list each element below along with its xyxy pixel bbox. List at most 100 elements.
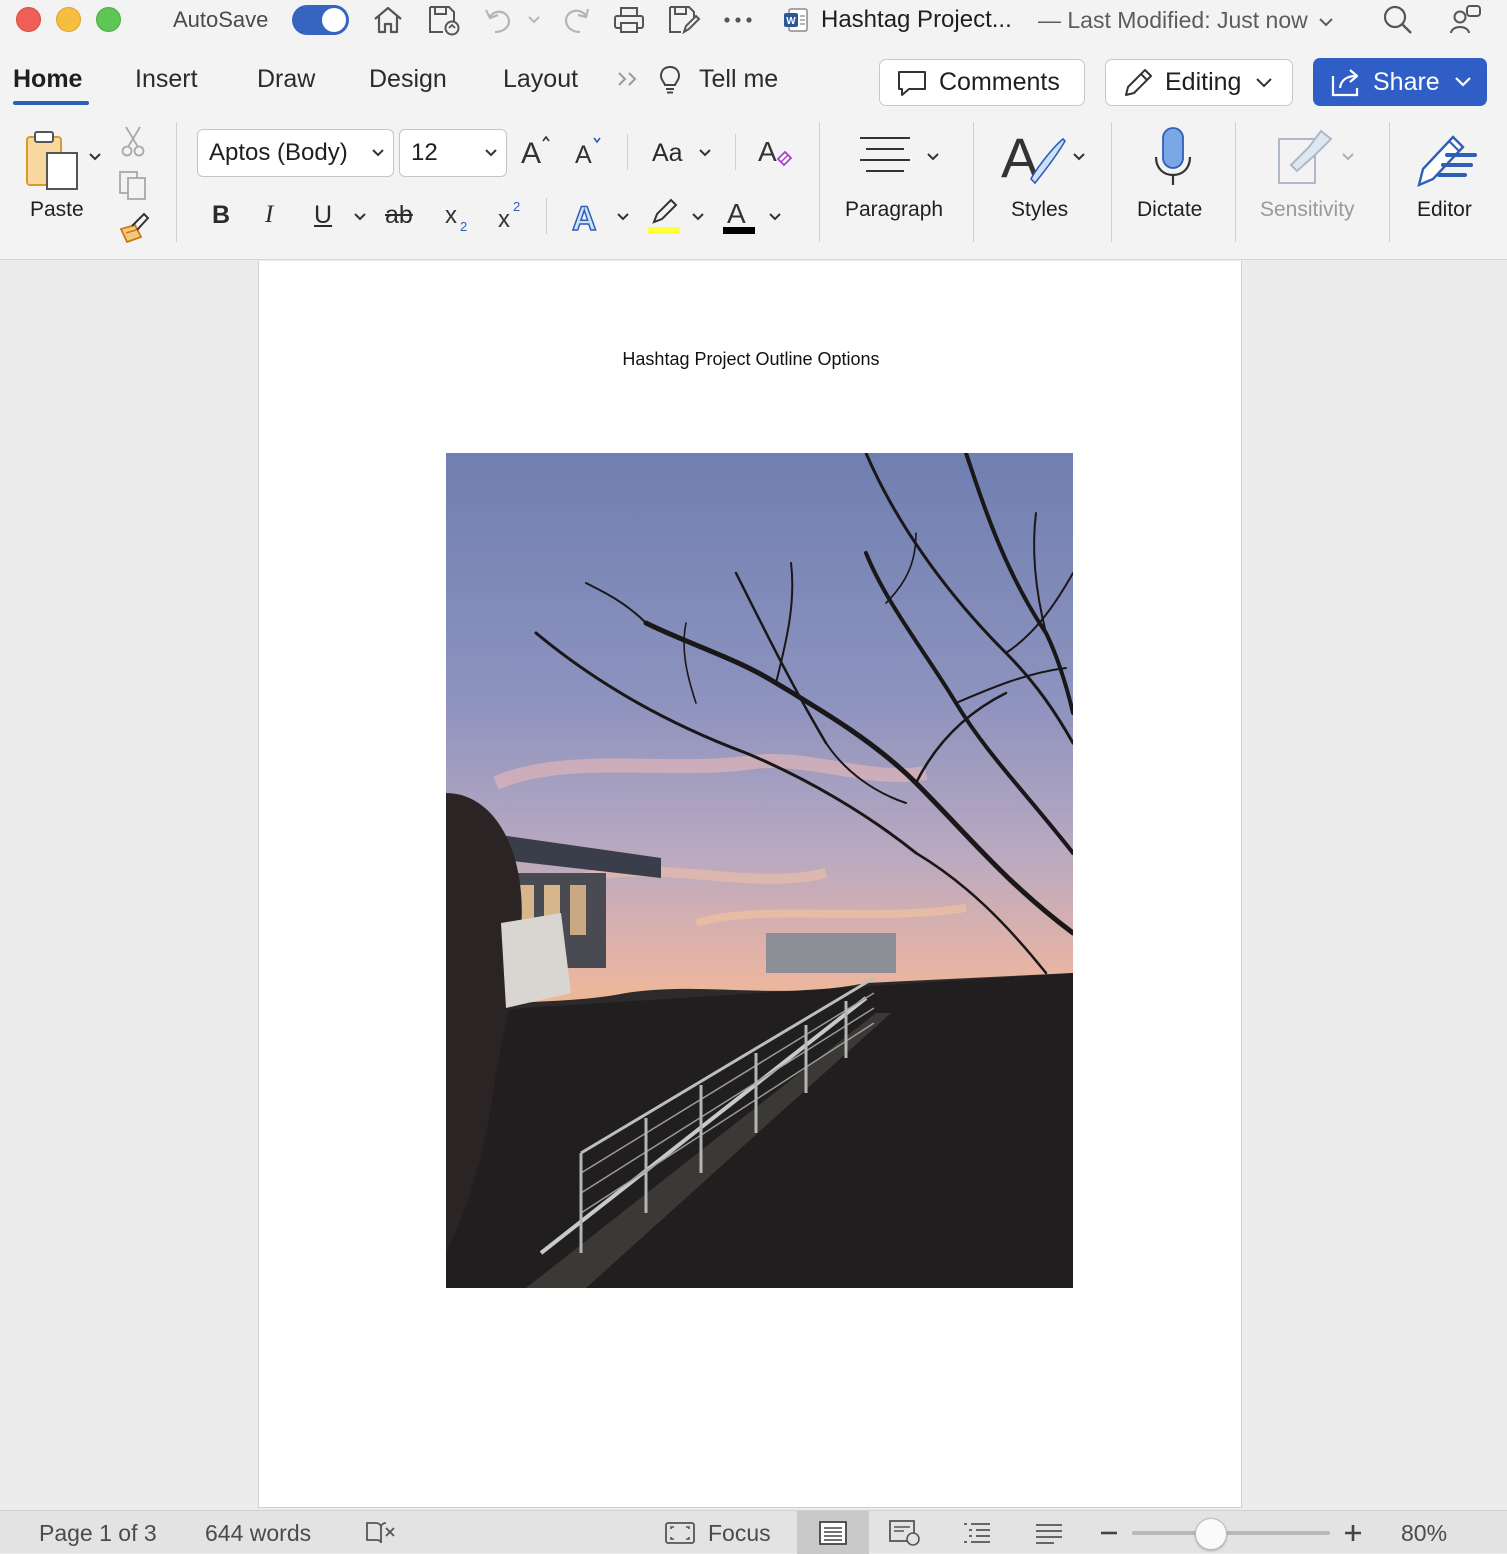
format-painter-icon[interactable] — [116, 210, 152, 244]
clear-formatting-icon[interactable]: A — [755, 132, 795, 170]
zoom-slider-track[interactable] — [1132, 1531, 1330, 1535]
svg-text:A: A — [727, 198, 746, 229]
change-case-label[interactable]: Aa — [652, 139, 683, 168]
search-icon[interactable] — [1381, 4, 1415, 36]
share-button[interactable]: Share — [1313, 58, 1487, 106]
paragraph-icon[interactable] — [852, 130, 918, 182]
change-case-chevron-icon[interactable] — [697, 146, 713, 160]
print-layout-view-button[interactable] — [797, 1511, 869, 1554]
document-title[interactable]: Hashtag Project... — [821, 6, 1012, 34]
copy-icon[interactable] — [116, 168, 150, 202]
cut-scissors-icon[interactable] — [118, 124, 148, 158]
zoom-out-icon[interactable] — [1099, 1525, 1119, 1541]
home-icon[interactable] — [371, 4, 405, 36]
highlight-chevron-icon[interactable] — [690, 210, 706, 224]
tab-layout[interactable]: Layout — [503, 65, 578, 94]
grow-font-icon[interactable]: A — [518, 132, 554, 168]
comments-button[interactable]: Comments — [879, 59, 1085, 106]
font-name-select[interactable]: Aptos (Body) — [197, 129, 394, 177]
proofing-book-icon[interactable] — [363, 1519, 399, 1547]
sensitivity-icon[interactable] — [1274, 126, 1336, 188]
undo-dropdown-icon[interactable] — [522, 4, 546, 36]
save-as-icon[interactable] — [667, 4, 701, 36]
status-bar: Page 1 of 3 644 words Focus 80% — [0, 1510, 1507, 1554]
document-heading[interactable]: Hashtag Project Outline Options — [259, 349, 1243, 370]
toggle-knob — [322, 8, 346, 32]
paragraph-chevron-icon[interactable] — [925, 150, 941, 164]
strikethrough-button[interactable]: ab — [385, 201, 413, 230]
paste-options-chevron-icon[interactable] — [86, 148, 104, 166]
focus-label[interactable]: Focus — [708, 1520, 771, 1547]
zoom-slider-thumb[interactable] — [1195, 1518, 1227, 1550]
font-color-icon[interactable]: A — [720, 196, 758, 236]
microphone-icon[interactable] — [1148, 124, 1198, 192]
superscript-button[interactable]: x2 — [496, 196, 526, 232]
zoom-percentage[interactable]: 80% — [1401, 1520, 1447, 1547]
draft-icon — [1036, 1523, 1062, 1544]
font-color-chevron-icon[interactable] — [767, 210, 783, 224]
close-window-button[interactable] — [16, 7, 41, 32]
dictate-label[interactable]: Dictate — [1137, 198, 1202, 222]
minimize-window-button[interactable] — [56, 7, 81, 32]
document-canvas[interactable]: Hashtag Project Outline Options — [0, 261, 1507, 1509]
editing-mode-button[interactable]: Editing — [1105, 59, 1293, 106]
save-sync-icon[interactable] — [427, 4, 461, 36]
undo-icon[interactable] — [481, 4, 515, 36]
font-size-value: 12 — [411, 139, 438, 166]
share-label: Share — [1373, 67, 1440, 96]
comment-icon — [898, 70, 926, 96]
chevron-down-icon — [1256, 77, 1273, 87]
svg-text:x: x — [498, 206, 510, 231]
more-options-icon[interactable] — [721, 4, 755, 36]
paste-icon[interactable] — [20, 128, 84, 192]
inserted-photo[interactable] — [446, 453, 1073, 1288]
last-modified-label[interactable]: — Last Modified: Just now — [1038, 7, 1334, 34]
text-effects-chevron-icon[interactable] — [615, 210, 631, 224]
redo-icon[interactable] — [560, 4, 594, 36]
editor-pen-icon[interactable] — [1412, 124, 1480, 190]
chevron-down-icon — [485, 149, 497, 157]
highlight-color-icon[interactable] — [645, 196, 683, 236]
web-layout-view-button[interactable] — [869, 1511, 941, 1554]
focus-icon[interactable] — [663, 1520, 697, 1546]
outline-view-button[interactable] — [941, 1511, 1013, 1554]
chevron-down-icon — [372, 149, 384, 157]
shrink-font-icon[interactable]: A — [572, 134, 606, 168]
subscript-button[interactable]: x2 — [443, 200, 473, 236]
word-count[interactable]: 644 words — [205, 1520, 311, 1547]
font-size-select[interactable]: 12 — [399, 129, 507, 177]
chevron-down-icon — [1454, 77, 1471, 87]
styles-label[interactable]: Styles — [1011, 198, 1068, 222]
last-modified-text: — Last Modified: Just now — [1038, 7, 1308, 33]
editing-label: Editing — [1165, 68, 1242, 96]
text-effects-icon[interactable]: A — [568, 196, 608, 236]
word-document-icon: W — [780, 4, 812, 36]
paragraph-label[interactable]: Paragraph — [845, 198, 943, 222]
tell-me-search[interactable]: Tell me — [699, 65, 778, 94]
share-feedback-icon[interactable] — [1449, 4, 1483, 36]
print-icon[interactable] — [612, 4, 646, 36]
sensitivity-chevron-icon — [1340, 150, 1356, 164]
svg-text:A: A — [758, 136, 777, 167]
styles-icon[interactable]: A — [1000, 126, 1068, 190]
page-count[interactable]: Page 1 of 3 — [39, 1520, 157, 1547]
tab-insert[interactable]: Insert — [135, 65, 198, 94]
draft-view-button[interactable] — [1013, 1511, 1085, 1554]
tab-design[interactable]: Design — [369, 65, 447, 94]
ribbon-tabs: Home Insert Draw Design Layout Tell me C… — [0, 40, 1507, 112]
autosave-toggle[interactable] — [292, 5, 349, 35]
svg-text:A: A — [572, 200, 597, 235]
more-tabs-chevron-icon[interactable] — [614, 66, 642, 92]
italic-button[interactable]: I — [265, 201, 273, 229]
styles-chevron-icon[interactable] — [1071, 150, 1087, 164]
comments-label: Comments — [939, 68, 1060, 96]
zoom-window-button[interactable] — [96, 7, 121, 32]
underline-button[interactable]: U — [314, 201, 332, 230]
document-page[interactable]: Hashtag Project Outline Options — [258, 261, 1242, 1508]
tab-home[interactable]: Home — [13, 65, 82, 94]
tab-draw[interactable]: Draw — [257, 65, 315, 94]
underline-style-chevron-icon[interactable] — [352, 210, 368, 224]
bold-button[interactable]: B — [212, 201, 230, 230]
editor-label[interactable]: Editor — [1417, 198, 1472, 222]
zoom-in-icon[interactable] — [1343, 1523, 1363, 1543]
